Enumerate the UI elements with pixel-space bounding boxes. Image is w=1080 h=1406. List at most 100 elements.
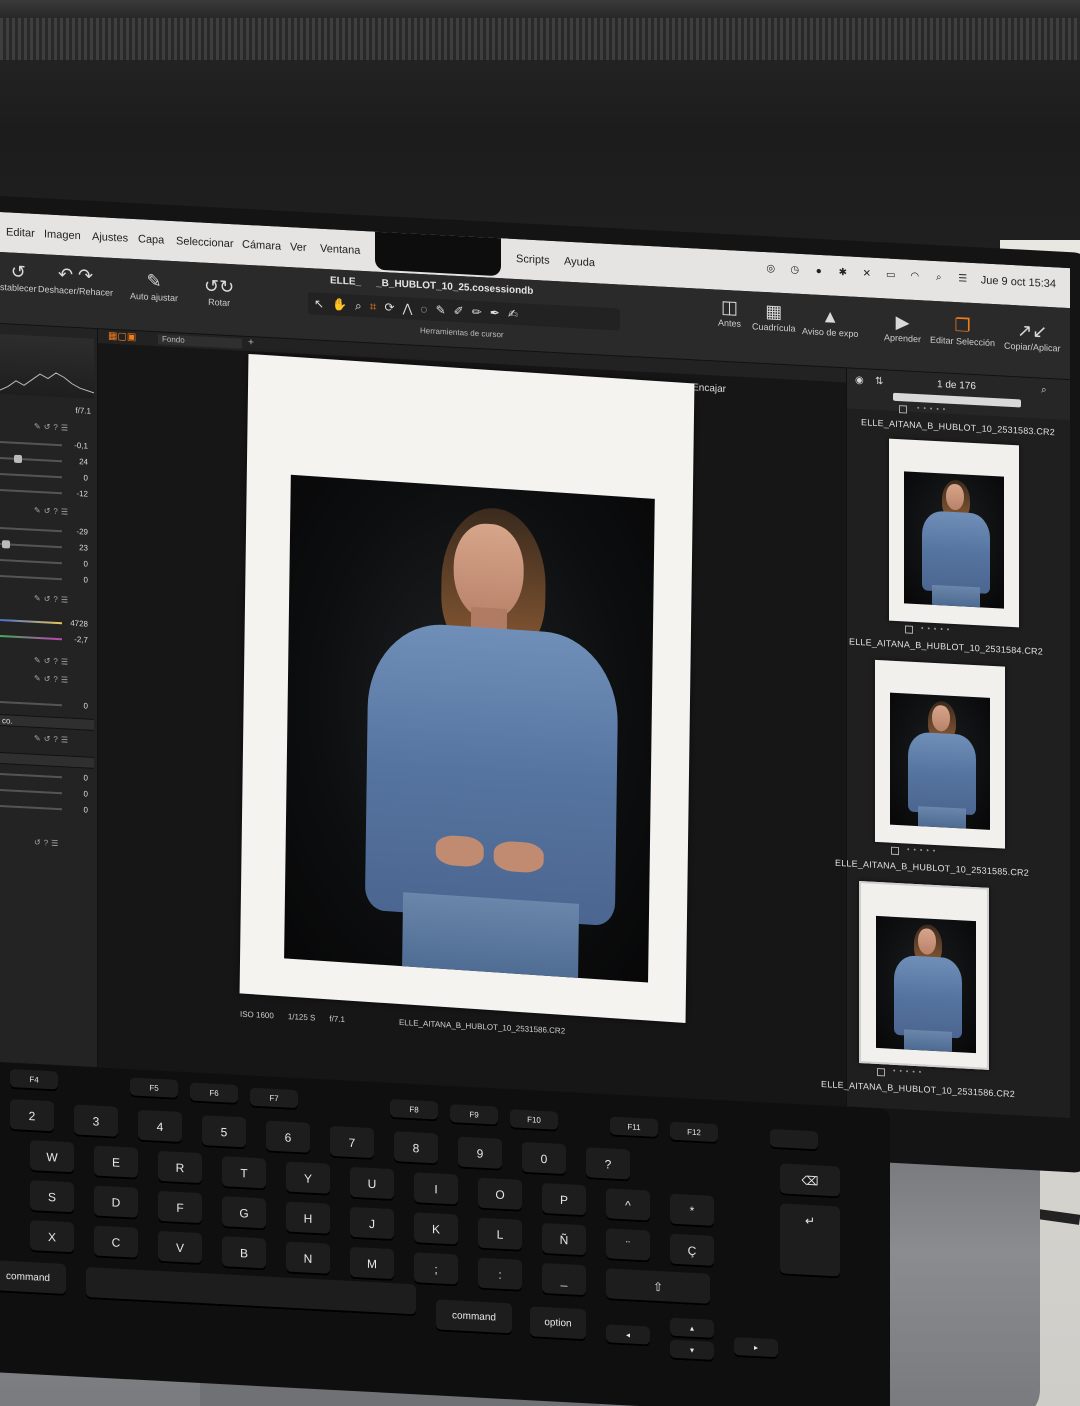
menu-ver[interactable]: Ver <box>290 241 307 254</box>
select-tool-icon[interactable]: ↖ <box>314 296 324 311</box>
slider-thumb[interactable] <box>2 540 10 549</box>
slider-value[interactable]: 0 <box>84 773 88 782</box>
key-u[interactable]: U <box>350 1166 394 1202</box>
copy-apply-button[interactable]: ↗↙ Copiar/Aplicar <box>1004 319 1061 353</box>
thumbnail-card[interactable] <box>875 659 1005 849</box>
battery-icon[interactable]: ▭ <box>885 269 897 282</box>
spot-tool-icon[interactable]: ◌ <box>420 302 427 316</box>
key-p[interactable]: P <box>542 1182 586 1218</box>
menu-camara[interactable]: Cámara <box>242 239 281 253</box>
key-5[interactable]: 5 <box>202 1115 246 1150</box>
undo-redo-button[interactable]: ↶ ↷ Deshacer/Rehacer <box>38 262 113 298</box>
star-rating[interactable]: ••••• <box>907 847 939 856</box>
panel-tools-icons[interactable]: ✎↺?☰ <box>34 674 71 685</box>
mode-select[interactable]: co. <box>0 714 94 731</box>
key-touch-id[interactable] <box>770 1128 818 1152</box>
key-semicolon[interactable]: ; <box>414 1252 458 1287</box>
gradient-tool-icon[interactable]: ✏ <box>472 305 482 320</box>
key-t[interactable]: T <box>222 1156 266 1191</box>
slider-row[interactable]: 0 <box>0 554 94 571</box>
key-arrow-right[interactable]: ▸ <box>734 1336 778 1360</box>
key-command-left[interactable]: command <box>0 1260 66 1296</box>
thumbnail-card-selected[interactable] <box>859 881 989 1070</box>
key-7[interactable]: 7 <box>330 1125 374 1161</box>
key-8[interactable]: 8 <box>394 1131 438 1166</box>
slider-value[interactable]: -0,1 <box>74 441 88 451</box>
thumbnail-card[interactable] <box>889 438 1019 628</box>
slider-row[interactable]: 0 <box>0 800 94 817</box>
background-select[interactable]: Fondo <box>158 334 242 349</box>
picker-tool-icon[interactable]: ✒ <box>490 306 500 321</box>
before-button[interactable]: ◫ Antes <box>718 296 741 329</box>
key-asterisk[interactable]: * <box>670 1193 714 1228</box>
eye-icon[interactable]: ◉ <box>855 375 864 386</box>
menu-ajustes[interactable]: Ajustes <box>92 231 128 245</box>
eraser-tool-icon[interactable]: ✐ <box>454 304 464 319</box>
key-0[interactable]: 0 <box>522 1141 566 1177</box>
key-s[interactable]: S <box>30 1180 74 1215</box>
key-arrow-left[interactable]: ◂ <box>606 1324 650 1347</box>
search-icon[interactable]: ⌕ <box>933 272 945 285</box>
auto-adjust-button[interactable]: ✎ Auto ajustar <box>130 269 178 304</box>
slider-value[interactable]: 0 <box>84 789 88 798</box>
slider-value[interactable]: 0 <box>84 473 88 482</box>
select-checkbox[interactable] <box>905 625 913 634</box>
key-v[interactable]: V <box>158 1230 202 1266</box>
key-3[interactable]: 3 <box>74 1104 118 1139</box>
key-6[interactable]: 6 <box>266 1120 310 1155</box>
key-underscore[interactable]: _ <box>542 1262 586 1298</box>
slider-row[interactable]: 0 <box>0 784 94 801</box>
key-caret[interactable]: ^ <box>606 1188 650 1223</box>
white-balance-kelvin-row[interactable]: 4728 <box>0 614 94 631</box>
rotate-tool-icon[interactable]: ⟳ <box>385 300 395 315</box>
browser-scrollbar[interactable] <box>893 392 1021 408</box>
key-f6[interactable]: F6 <box>190 1082 238 1105</box>
menu-ventana[interactable]: Ventana <box>320 243 360 257</box>
panel-tools-icons[interactable]: ✎↺?☰ <box>34 594 71 605</box>
slider-row[interactable]: 23 <box>0 538 94 555</box>
key-9[interactable]: 9 <box>458 1136 502 1171</box>
key-shift-right[interactable]: ⇧ <box>606 1268 710 1306</box>
menu-editar[interactable]: Editar <box>6 226 35 240</box>
annotate-tool-icon[interactable]: ✍ <box>508 307 518 322</box>
keystone-tool-icon[interactable]: ⋀ <box>403 301 413 316</box>
add-icon[interactable]: + <box>248 337 254 348</box>
key-cedilla[interactable]: Ç <box>670 1233 714 1268</box>
fit-zoom-label[interactable]: Encajar <box>692 382 726 395</box>
key-command-right[interactable]: command <box>436 1299 512 1336</box>
key-4[interactable]: 4 <box>138 1109 182 1145</box>
key-delete[interactable]: ⌫ <box>780 1163 840 1199</box>
capture-one-status-icon[interactable]: ◎ <box>765 263 777 276</box>
slider-value[interactable]: 24 <box>79 457 88 466</box>
control-center-icon[interactable]: ☰ <box>957 273 969 286</box>
key-return[interactable]: ↵ <box>780 1203 840 1279</box>
layout-icon[interactable]: ▦▢▣ <box>108 331 136 343</box>
menu-seleccionar[interactable]: Seleccionar <box>176 235 233 250</box>
key-n[interactable]: N <box>286 1241 330 1276</box>
slider-row[interactable]: 0 <box>0 468 94 485</box>
rotate-button[interactable]: ↺↻ Rotar <box>204 275 234 309</box>
slider-value[interactable]: -29 <box>76 527 88 537</box>
key-f[interactable]: F <box>158 1190 202 1226</box>
select-checkbox[interactable] <box>877 1067 885 1077</box>
key-o[interactable]: O <box>478 1177 522 1212</box>
slider-value[interactable]: -12 <box>76 489 88 499</box>
search-icon[interactable]: ⌕ <box>1041 385 1047 396</box>
slider-thumb[interactable] <box>14 454 22 464</box>
crop-tool-icon[interactable]: ⌗ <box>370 299 377 314</box>
edit-selection-button[interactable]: ❐ Editar Selección <box>930 313 995 348</box>
slider-value[interactable]: 0 <box>84 559 88 568</box>
key-d[interactable]: D <box>94 1185 138 1220</box>
slider-row[interactable]: -29 <box>0 522 94 539</box>
panel-tools-icons[interactable]: ✎↺?☰ <box>34 656 71 667</box>
slider-value[interactable]: 0 <box>84 805 88 814</box>
brush-tool-icon[interactable]: ✎ <box>436 303 446 318</box>
key-f11[interactable]: F11 <box>610 1116 658 1140</box>
key-enye[interactable]: Ñ <box>542 1222 586 1258</box>
key-h[interactable]: H <box>286 1201 330 1236</box>
select-checkbox[interactable] <box>891 846 899 856</box>
panel-tools-icons[interactable]: ✎↺?☰ <box>34 506 71 517</box>
key-e[interactable]: E <box>94 1145 138 1180</box>
key-x[interactable]: X <box>30 1220 74 1255</box>
tint-value[interactable]: -2,7 <box>74 635 88 645</box>
